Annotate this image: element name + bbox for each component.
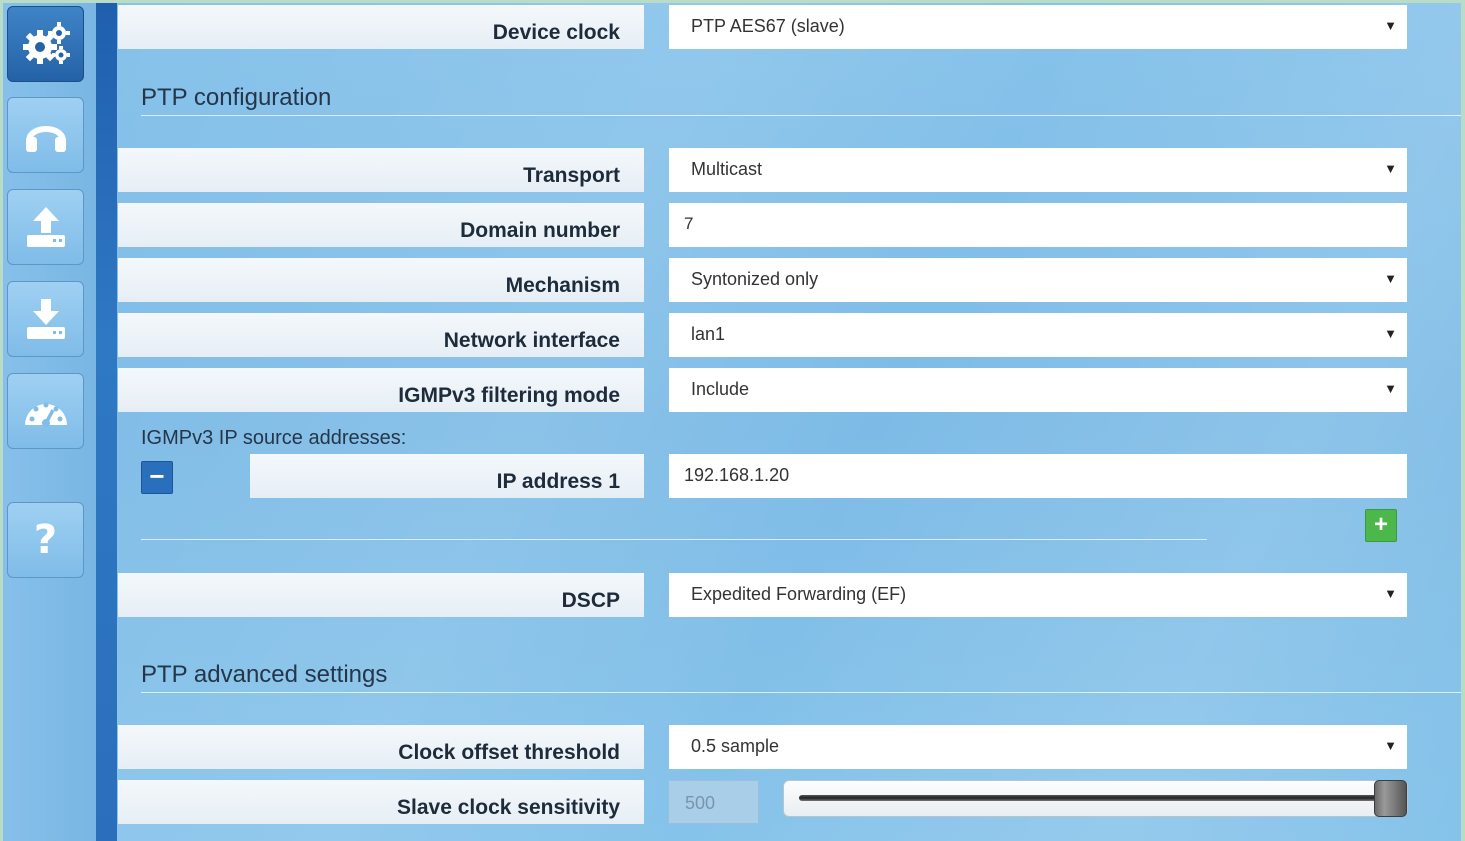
dscp-label: DSCP [118,573,644,617]
chevron-down-icon: ▼ [1384,18,1397,33]
igmp-filtering-mode-label: IGMPv3 filtering mode [118,368,644,412]
transport-label: Transport [118,148,644,192]
slave-clock-sensitivity-slider[interactable] [783,780,1408,817]
section-divider [141,115,1461,116]
clock-offset-threshold-value: 0.5 sample [691,736,780,756]
dscp-value: Expedited Forwarding (EF) [691,584,907,604]
sidebar-monitor-button[interactable] [7,97,84,173]
slider-track [799,795,1387,801]
ip-address-1-input[interactable]: 192.168.1.20 [669,454,1407,498]
chevron-down-icon: ▼ [1384,326,1397,341]
main-panel [117,3,1461,841]
mechanism-label: Mechanism [118,258,644,302]
sidebar-help-button[interactable]: ? [7,502,84,578]
igmp-divider [141,539,1207,540]
network-interface-label: Network interface [118,313,644,357]
chevron-down-icon: ▼ [1384,161,1397,176]
transport-select[interactable]: Multicast ▼ [669,148,1407,192]
network-interface-value: lan1 [691,324,726,344]
igmp-filtering-mode-select[interactable]: Include ▼ [669,368,1407,412]
clock-offset-threshold-label: Clock offset threshold [118,725,644,769]
ptp-configuration-heading: PTP configuration [141,84,332,111]
clock-offset-threshold-select[interactable]: 0.5 sample ▼ [669,725,1407,769]
slave-clock-sensitivity-value: 500 [685,793,716,813]
upload-icon [26,207,65,247]
domain-number-input[interactable]: 7 [669,203,1407,247]
chevron-down-icon: ▼ [1384,586,1397,601]
igmp-sources-label: IGMPv3 IP source addresses: [141,427,407,449]
section-divider [141,692,1461,693]
domain-number-value: 7 [684,214,694,233]
chevron-down-icon: ▼ [1384,271,1397,286]
settings-gears-icon [22,22,70,64]
ip-address-1-label: IP address 1 [250,454,644,498]
domain-number-label: Domain number [118,203,644,247]
plus-icon: + [1373,510,1388,538]
headphones-icon [25,126,66,152]
device-clock-label: Device clock [118,5,644,49]
dscp-select[interactable]: Expedited Forwarding (EF) ▼ [669,573,1407,617]
sidebar-dashboard-button[interactable] [7,373,84,449]
chevron-down-icon: ▼ [1384,381,1397,396]
download-icon [26,299,65,339]
sidebar-download-button[interactable] [7,281,84,357]
device-clock-select[interactable]: PTP AES67 (slave) ▼ [669,5,1407,49]
ip-address-1-value: 192.168.1.20 [684,465,790,485]
remove-ip-button[interactable]: − [141,461,173,494]
ptp-advanced-heading: PTP advanced settings [141,661,388,688]
network-interface-select[interactable]: lan1 ▼ [669,313,1407,357]
igmp-filtering-mode-value: Include [691,379,750,399]
sidebar-divider [96,3,117,841]
help-icon: ? [33,517,58,563]
chevron-down-icon: ▼ [1384,738,1397,753]
slider-thumb[interactable] [1374,780,1407,817]
mechanism-value: Syntonized only [691,269,819,289]
transport-value: Multicast [691,159,763,179]
sidebar-upload-button[interactable] [7,189,84,265]
device-clock-value: PTP AES67 (slave) [691,16,845,36]
slave-clock-sensitivity-label: Slave clock sensitivity [118,780,644,824]
minus-icon: − [149,461,165,491]
slave-clock-sensitivity-input: 500 [668,780,759,824]
add-ip-button[interactable]: + [1365,509,1397,542]
dashboard-gauge-icon [24,402,67,427]
sidebar-settings-button[interactable] [7,6,84,82]
mechanism-select[interactable]: Syntonized only ▼ [669,258,1407,302]
